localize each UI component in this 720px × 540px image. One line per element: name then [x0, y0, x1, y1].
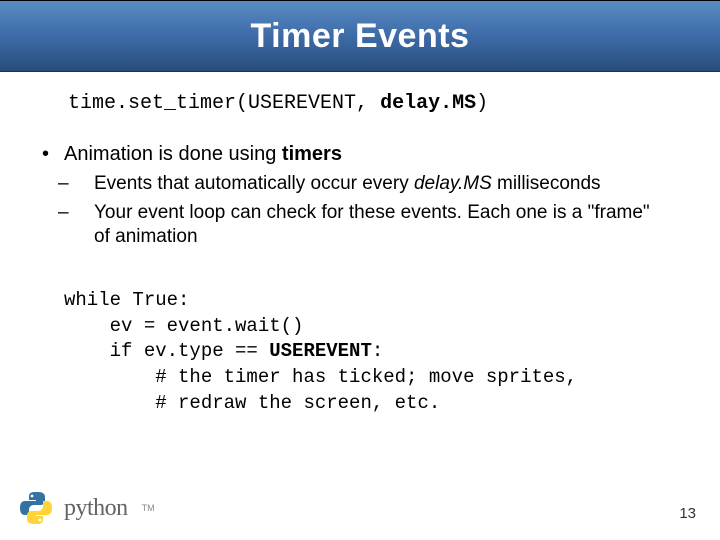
code-line-3a: if ev.type ==: [64, 340, 269, 362]
code-line-3c: :: [372, 340, 383, 362]
signature-arg: delay.MS: [380, 92, 476, 115]
python-logo-icon: [18, 490, 54, 526]
sub-bullet-1: –Events that automatically occur every d…: [76, 172, 660, 197]
code-line-1: while True:: [64, 289, 189, 311]
page-number: 13: [679, 505, 696, 522]
sub2-text: Your event loop can check for these even…: [94, 202, 650, 248]
dash-icon: –: [76, 201, 94, 226]
code-block: while True: ev = event.wait() if ev.type…: [64, 288, 660, 416]
function-signature: time.set_timer(USEREVENT, delay.MS): [68, 92, 660, 115]
bullet-text-bold: timers: [282, 143, 342, 165]
signature-suffix: ): [476, 92, 488, 115]
code-line-2: ev = event.wait(): [64, 315, 303, 337]
python-logo-text: python: [64, 495, 128, 522]
trademark-symbol: TM: [142, 503, 155, 513]
bullet-dot: •: [42, 143, 64, 166]
code-line-5: # redraw the screen, etc.: [64, 392, 440, 414]
code-userevent: USEREVENT: [269, 340, 372, 362]
signature-prefix: time.set_timer(USEREVENT,: [68, 92, 380, 115]
code-line-4: # the timer has ticked; move sprites,: [64, 366, 577, 388]
title-bar: Timer Events: [0, 0, 720, 72]
slide-content: time.set_timer(USEREVENT, delay.MS) •Ani…: [0, 72, 720, 416]
bullet-main: •Animation is done using timers: [42, 143, 660, 166]
bullet-text-pre: Animation is done using: [64, 143, 282, 165]
sub1-post: milliseconds: [492, 173, 601, 194]
sub1-italic: delay.MS: [414, 173, 492, 194]
sub-bullet-2: –Your event loop can check for these eve…: [76, 201, 660, 250]
sub1-pre: Events that automatically occur every: [94, 173, 414, 194]
dash-icon: –: [76, 172, 94, 197]
slide-title: Timer Events: [251, 17, 470, 56]
footer: python TM: [18, 490, 155, 526]
